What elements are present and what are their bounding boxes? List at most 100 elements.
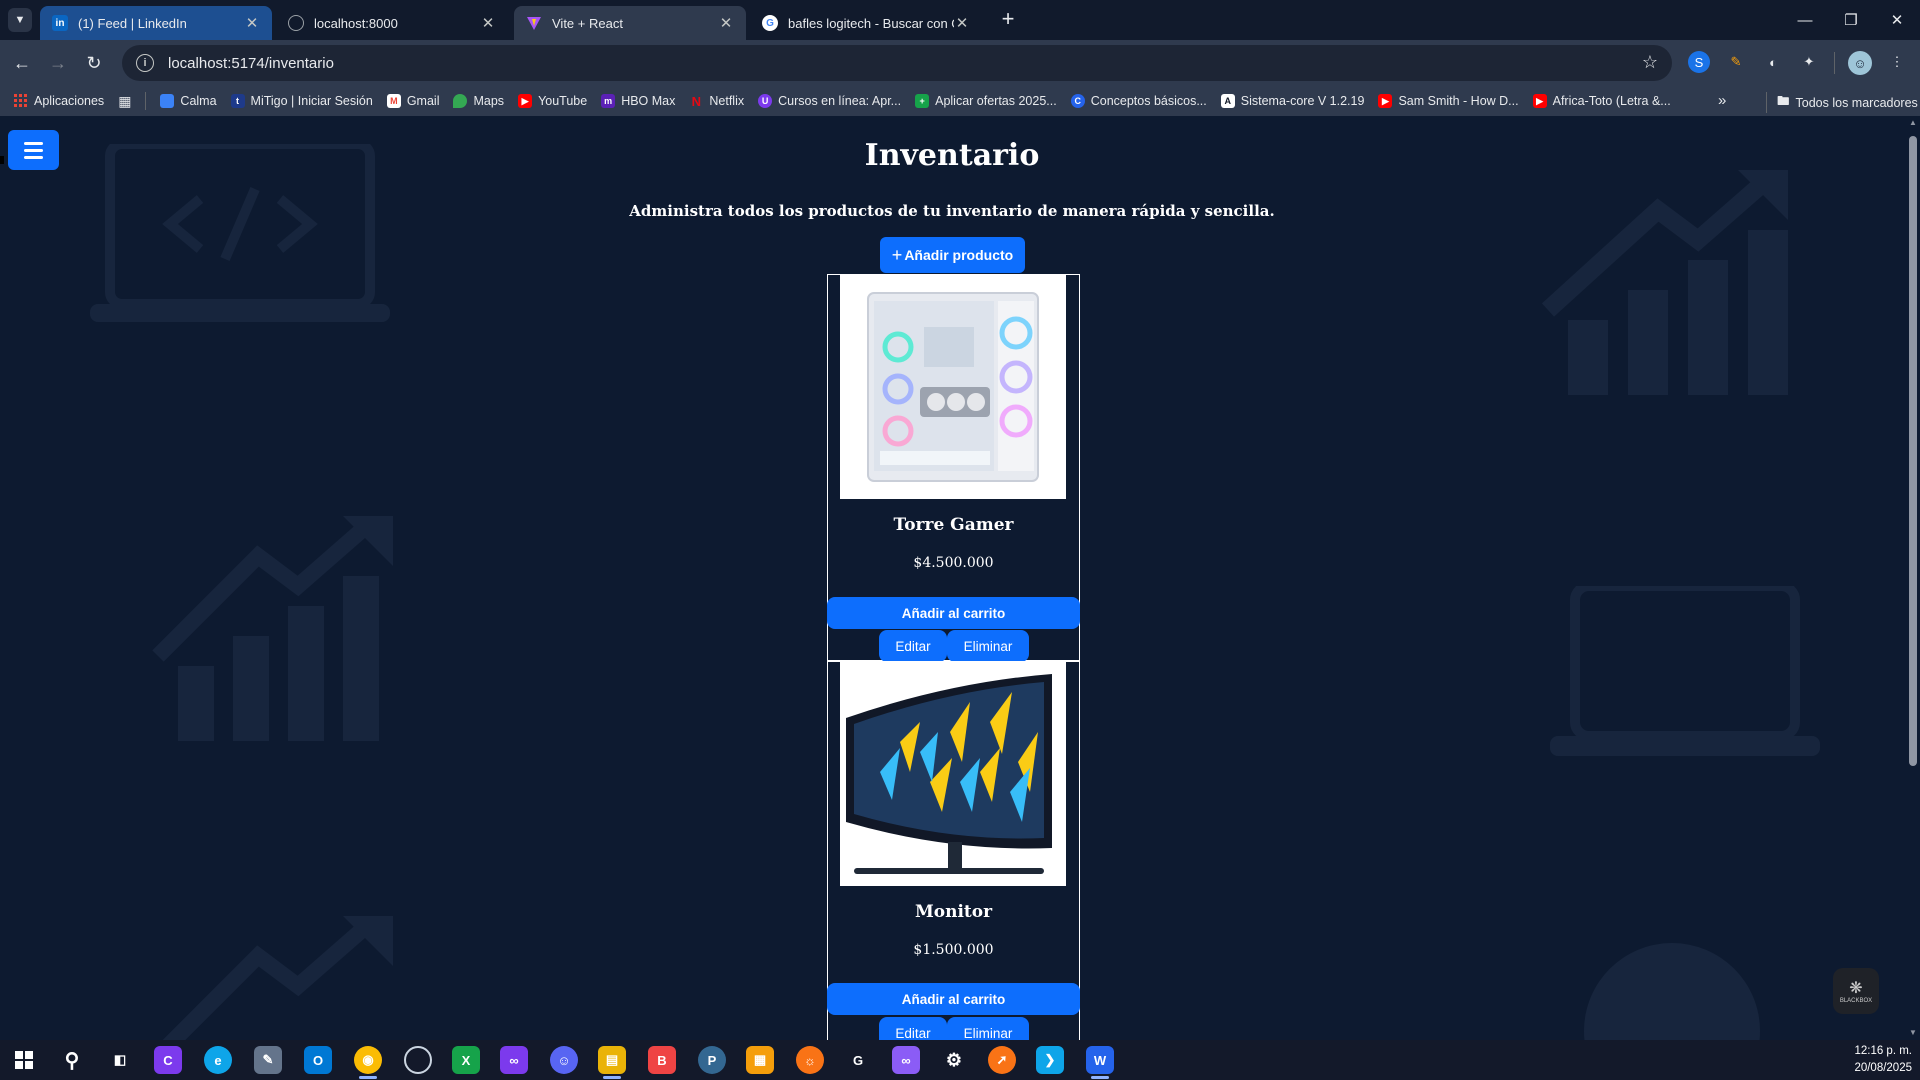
- bookmark-sistema-core[interactable]: A Sistema-core V 1.2.19: [1220, 94, 1364, 108]
- bookmarks-divider: [145, 92, 147, 110]
- forward-button[interactable]: →: [44, 49, 72, 77]
- tab-localhost-8000[interactable]: localhost:8000 ✕: [276, 6, 508, 40]
- vite-icon: [526, 15, 542, 31]
- add-to-cart-button[interactable]: Añadir al carrito: [827, 983, 1080, 1015]
- bookmark-mitigo[interactable]: t MiTigo | Iniciar Sesión: [230, 94, 373, 108]
- chevron-down-icon: ▼: [14, 14, 26, 26]
- bookmark-star-icon[interactable]: ☆: [1642, 52, 1658, 73]
- postgres-icon[interactable]: P: [698, 1046, 726, 1074]
- google-icon: G: [762, 15, 778, 31]
- restore-button[interactable]: ❐: [1828, 0, 1874, 40]
- system-clock[interactable]: 12:16 p. m. 20/08/2025: [1854, 1043, 1912, 1077]
- add-product-button[interactable]: + Añadir producto: [880, 237, 1025, 273]
- new-tab-button[interactable]: +: [996, 8, 1020, 32]
- close-tab-icon[interactable]: ✕: [954, 14, 970, 32]
- vscode-icon[interactable]: ❯: [1036, 1046, 1064, 1074]
- arrow-left-icon: ←: [13, 52, 31, 73]
- delete-product-button[interactable]: Eliminar: [947, 630, 1029, 662]
- bookmark-calma[interactable]: Calma: [160, 94, 217, 108]
- profile-avatar[interactable]: ☺: [1848, 51, 1872, 75]
- edge-icon[interactable]: e: [204, 1046, 232, 1074]
- blackbox-widget[interactable]: ❋ BLACKBOX: [1833, 968, 1879, 1014]
- bookmark-gmail[interactable]: M Gmail: [386, 94, 439, 108]
- bookmark-ofertas[interactable]: + Aplicar ofertas 2025...: [915, 94, 1057, 108]
- extensions-puzzle-icon[interactable]: ✦: [1798, 51, 1820, 73]
- firefox-icon[interactable]: ☼: [796, 1046, 824, 1074]
- tab-google-search[interactable]: G bafles logitech - Buscar con Go ✕: [750, 6, 982, 40]
- product-card: Monitor $1.500.000 Añadir al carrito Edi…: [827, 661, 1080, 1040]
- extension-shazam-icon[interactable]: S: [1688, 51, 1710, 73]
- app-g-icon[interactable]: G: [844, 1046, 872, 1074]
- edit-product-button[interactable]: Editar: [879, 630, 947, 662]
- product-name: Torre Gamer: [893, 515, 1014, 535]
- close-tab-icon[interactable]: ✕: [718, 14, 734, 32]
- bookmark-maps[interactable]: Maps: [453, 94, 504, 108]
- files-icon[interactable]: ▦: [746, 1046, 774, 1074]
- sheets-app-icon[interactable]: X: [452, 1046, 480, 1074]
- bookmark-conceptos[interactable]: C Conceptos básicos...: [1070, 94, 1207, 108]
- tab-linkedin[interactable]: in (1) Feed | LinkedIn ✕: [40, 6, 272, 40]
- windows-taskbar: ⚲ ◧ C e ✎ O ◉ X ∞ ☺ ▤ B P ▦ ☼ G ∞ ⚙ ➚ ❯ …: [0, 1040, 1920, 1080]
- netflix-icon: N: [691, 93, 702, 109]
- linkedin-icon: in: [52, 15, 68, 31]
- notes-icon[interactable]: ✎: [254, 1046, 282, 1074]
- page-viewport: Inventario Administra todos los producto…: [0, 116, 1920, 1040]
- browser-toolbar: ← → ↻ i localhost:5174/inventario ☆ S ✎ …: [0, 40, 1920, 86]
- tab-search-button[interactable]: ▼: [8, 8, 32, 32]
- file-explorer-icon[interactable]: ▤: [598, 1046, 626, 1074]
- discord-icon[interactable]: ☺: [550, 1046, 578, 1074]
- word-icon[interactable]: W: [1086, 1046, 1114, 1074]
- active-app-indicator: [1091, 1076, 1109, 1079]
- site-info-icon[interactable]: i: [136, 54, 154, 72]
- close-tab-icon[interactable]: ✕: [244, 14, 260, 32]
- extension-shield-icon[interactable]: ◐: [1762, 51, 1784, 73]
- scroll-down-icon[interactable]: ▼: [1909, 1028, 1917, 1037]
- calma-icon: [160, 94, 175, 108]
- conceptos-icon: C: [1070, 94, 1085, 108]
- settings-gear-icon[interactable]: ⚙: [940, 1046, 968, 1074]
- youtube-icon: ▶: [518, 94, 533, 108]
- search-icon[interactable]: ⚲: [58, 1046, 86, 1074]
- bookmark-netflix[interactable]: N Netflix: [689, 93, 744, 109]
- minimize-button[interactable]: —: [1782, 0, 1828, 40]
- windows-start-icon[interactable]: [10, 1046, 38, 1074]
- more-bookmarks-button[interactable]: »: [1718, 92, 1726, 109]
- bookmark-apps[interactable]: Aplicaciones: [14, 94, 104, 108]
- copilot-icon[interactable]: C: [154, 1046, 182, 1074]
- address-bar[interactable]: i localhost:5174/inventario ☆: [122, 45, 1672, 81]
- scroll-up-icon[interactable]: ▲: [1909, 118, 1917, 127]
- browser-menu-icon[interactable]: ⋮: [1886, 51, 1908, 73]
- scrollbar-thumb[interactable]: [1909, 136, 1917, 766]
- postman-icon[interactable]: ➚: [988, 1046, 1016, 1074]
- bookmark-cursos[interactable]: U Cursos en línea: Apr...: [758, 94, 901, 108]
- sistema-icon: A: [1220, 94, 1235, 108]
- bookmark-africa-toto[interactable]: ▶ Africa-Toto (Letra &...: [1532, 94, 1671, 108]
- visual-studio-icon[interactable]: ∞: [500, 1046, 528, 1074]
- tab-strip: ▼ in (1) Feed | LinkedIn ✕ localhost:800…: [0, 0, 1920, 40]
- close-tab-icon[interactable]: ✕: [480, 14, 496, 32]
- product-card: Torre Gamer $4.500.000 Añadir al carrito…: [827, 274, 1080, 662]
- task-view-icon[interactable]: ◧: [106, 1046, 134, 1074]
- bookmark-hbomax[interactable]: m HBO Max: [601, 94, 675, 108]
- product-price: $1.500.000: [913, 942, 994, 958]
- obs-icon[interactable]: [404, 1046, 432, 1074]
- back-button[interactable]: ←: [8, 49, 36, 77]
- brave-icon[interactable]: B: [648, 1046, 676, 1074]
- page-scrollbar[interactable]: ▲ ▼: [1906, 116, 1920, 1040]
- tab-vite-react[interactable]: Vite + React ✕: [514, 6, 746, 40]
- maps-icon: [453, 94, 468, 108]
- outlook-icon[interactable]: O: [304, 1046, 332, 1074]
- add-to-cart-button[interactable]: Añadir al carrito: [827, 597, 1080, 629]
- visual-studio-2-icon[interactable]: ∞: [892, 1046, 920, 1074]
- growth-chart-decoration-icon-2: [152, 516, 393, 741]
- all-bookmarks-button[interactable]: 🖿 Todos los marcadores: [1766, 92, 1918, 113]
- chrome-icon[interactable]: ◉: [354, 1046, 382, 1074]
- bookmark-tab-groups[interactable]: ▦: [118, 93, 131, 110]
- edit-product-button[interactable]: Editar: [879, 1017, 947, 1040]
- reload-button[interactable]: ↻: [80, 49, 108, 77]
- bookmark-youtube[interactable]: ▶ YouTube: [518, 94, 587, 108]
- bookmark-sam-smith[interactable]: ▶ Sam Smith - How D...: [1378, 94, 1519, 108]
- delete-product-button[interactable]: Eliminar: [947, 1017, 1029, 1040]
- close-window-button[interactable]: ✕: [1874, 0, 1920, 40]
- extension-pen-icon[interactable]: ✎: [1725, 51, 1747, 73]
